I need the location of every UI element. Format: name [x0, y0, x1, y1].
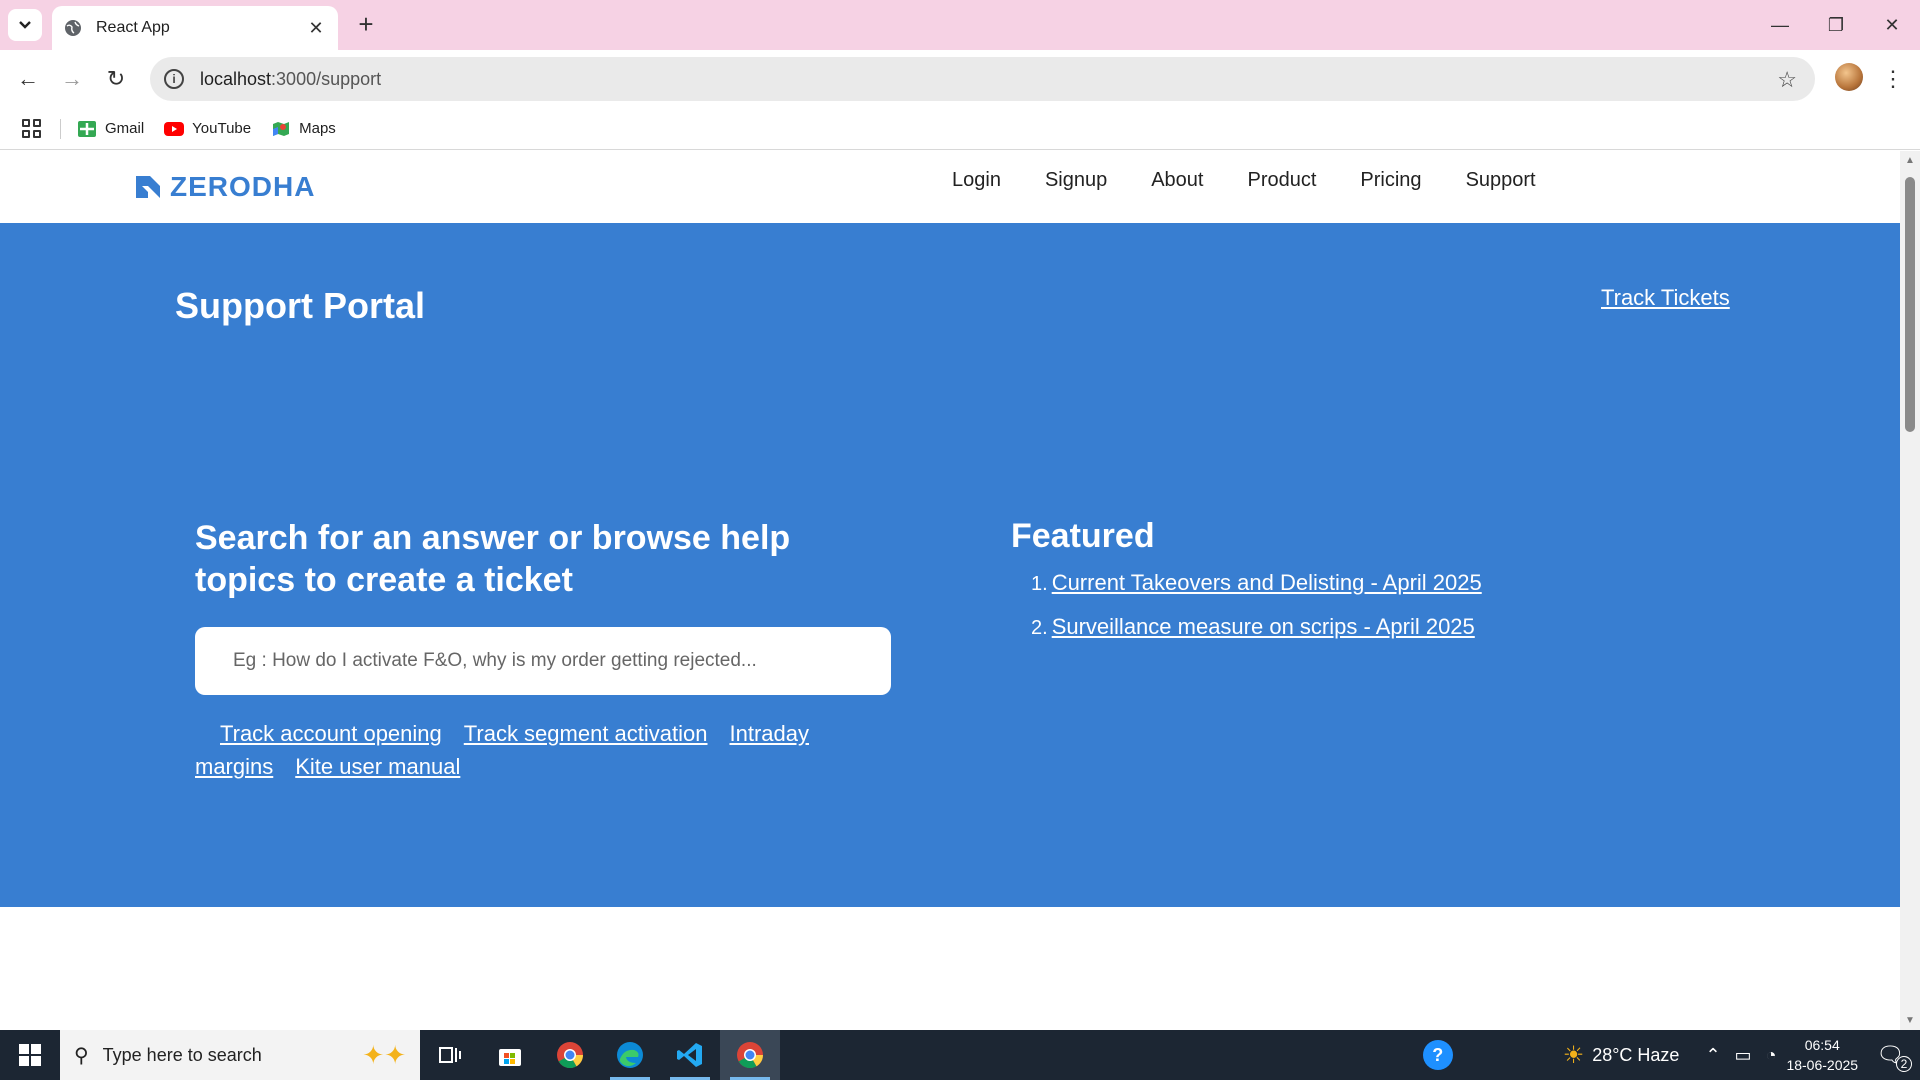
windows-taskbar: ⚲ Type here to search ✦✦ ? ☀ 28°C Haze ⌃…	[0, 1030, 1920, 1080]
taskbar-chrome[interactable]	[540, 1030, 600, 1080]
tray-overflow-icon[interactable]: ⌃	[1705, 1045, 1720, 1066]
back-button[interactable]: ←	[12, 63, 44, 95]
link-kite-user-manual[interactable]: Kite user manual	[295, 754, 460, 779]
chrome-profile-icon	[737, 1042, 764, 1069]
gmail-icon	[78, 120, 96, 137]
search-heading: Search for an answer or browse help topi…	[195, 519, 791, 599]
clock-date: 18-06-2025	[1786, 1057, 1859, 1073]
taskbar-store[interactable]	[480, 1030, 540, 1080]
clock-time: 06:54	[1804, 1037, 1840, 1053]
bookmark-label: Maps	[299, 120, 336, 137]
zerodha-logo-icon	[136, 176, 160, 198]
weather-icon: ☀	[1562, 1041, 1585, 1069]
browser-toolbar: ← → ↻ i localhost:3000/support ☆ ⋮	[0, 50, 1920, 108]
sparkle-icon: ✦✦	[362, 1040, 406, 1070]
notifications-button[interactable]: 🗨 2	[1876, 1042, 1912, 1072]
store-icon	[499, 1049, 521, 1066]
windows-logo-icon	[19, 1044, 41, 1066]
featured-item-number: 2.	[1031, 617, 1048, 639]
taskbar-search[interactable]: ⚲ Type here to search ✦✦	[60, 1030, 420, 1080]
nav-about[interactable]: About	[1151, 169, 1203, 192]
search-section: Search for an answer or browse help topi…	[195, 517, 895, 783]
wifi-icon[interactable]: ◔	[1766, 1045, 1777, 1066]
featured-item: 2. Surveillance measure on scrips - April…	[1031, 614, 1482, 640]
new-tab-button[interactable]: +	[352, 9, 380, 39]
featured-link[interactable]: Surveillance measure on scrips - April 2…	[1052, 614, 1475, 639]
quick-links: Track account opening Track segment activ…	[195, 717, 891, 783]
scroll-down-arrow-icon[interactable]: ▼	[1905, 1015, 1915, 1026]
support-search-input[interactable]	[195, 627, 891, 695]
nav-product[interactable]: Product	[1247, 169, 1316, 192]
scroll-up-arrow-icon[interactable]: ▲	[1905, 155, 1915, 166]
restore-button[interactable]: ❐	[1808, 0, 1864, 50]
address-bar[interactable]: i localhost:3000/support ☆	[150, 57, 1815, 101]
taskbar-edge[interactable]	[600, 1030, 660, 1080]
edge-icon	[617, 1042, 643, 1068]
help-icon[interactable]: ?	[1422, 1040, 1453, 1070]
apps-grid-icon[interactable]	[22, 118, 42, 139]
maps-icon	[273, 121, 290, 136]
site-info-icon[interactable]: i	[164, 69, 184, 89]
support-hero: Support Portal Track Tickets Search for …	[0, 223, 1900, 907]
taskbar-vscode[interactable]	[660, 1030, 720, 1080]
track-tickets-link[interactable]: Track Tickets	[1601, 285, 1730, 311]
taskbar-search-placeholder: Type here to search	[102, 1044, 262, 1065]
bookmark-maps[interactable]: Maps	[271, 120, 336, 138]
notification-count: 2	[1896, 1056, 1912, 1072]
featured-section: Featured 1. Current Takeovers and Delisti…	[1011, 517, 1482, 658]
site-navbar: ZERODHA Login Signup About Product Prici…	[0, 151, 1900, 223]
featured-link[interactable]: Current Takeovers and Delisting - April …	[1052, 570, 1482, 595]
link-track-account-opening[interactable]: Track account opening	[220, 721, 442, 746]
chevron-down-icon	[19, 21, 31, 29]
task-view-icon	[439, 1047, 461, 1063]
youtube-icon	[164, 121, 185, 136]
link-track-segment-activation[interactable]: Track segment activation	[464, 721, 708, 746]
nav-pricing[interactable]: Pricing	[1360, 169, 1421, 192]
featured-list: 1. Current Takeovers and Delisting - Apri…	[1011, 570, 1482, 640]
bookmark-gmail[interactable]: Gmail	[77, 120, 144, 138]
nav-support[interactable]: Support	[1466, 169, 1536, 192]
page-title: Support Portal	[175, 285, 425, 326]
close-window-button[interactable]: ✕	[1864, 0, 1920, 50]
tab-title: React App	[96, 19, 170, 36]
weather-text[interactable]: 28°C Haze	[1592, 1045, 1679, 1066]
chrome-icon	[557, 1042, 584, 1069]
search-icon: ⚲	[74, 1044, 89, 1067]
globe-icon	[65, 20, 81, 36]
browser-menu-icon[interactable]: ⋮	[1882, 63, 1904, 95]
bookmark-star-icon[interactable]: ☆	[1777, 67, 1797, 93]
profile-avatar[interactable]	[1835, 63, 1863, 91]
nav-login[interactable]: Login	[952, 169, 1001, 192]
page-scrollbar[interactable]: ▲ ▼	[1900, 151, 1920, 1030]
featured-item: 1. Current Takeovers and Delisting - Apri…	[1031, 570, 1482, 596]
close-icon[interactable]: ✕	[306, 18, 326, 38]
taskbar-chrome-active[interactable]	[720, 1030, 780, 1080]
url-path: :3000/support	[271, 68, 382, 89]
forward-button[interactable]: →	[56, 63, 88, 95]
url-host: localhost	[200, 68, 272, 89]
logo-text: ZERODHA	[170, 171, 316, 202]
nav-signup[interactable]: Signup	[1045, 169, 1107, 192]
vscode-icon	[677, 1043, 702, 1067]
reload-button[interactable]: ↻	[100, 63, 132, 95]
clock[interactable]: 06:54 18-06-2025	[1786, 1035, 1858, 1075]
scroll-thumb[interactable]	[1905, 177, 1915, 432]
zerodha-logo[interactable]: ZERODHA	[136, 171, 315, 203]
browser-tab[interactable]: React App ✕	[52, 6, 338, 50]
main-menu: Login Signup About Product Pricing Suppo…	[952, 169, 1580, 192]
display-icon[interactable]: ▭	[1735, 1045, 1752, 1066]
minimize-button[interactable]: —	[1752, 0, 1808, 50]
bookmark-youtube[interactable]: YouTube	[164, 120, 251, 138]
bookmark-label: YouTube	[192, 120, 252, 137]
page-viewport: ZERODHA Login Signup About Product Prici…	[0, 151, 1900, 1030]
system-tray: ? ☀ 28°C Haze ⌃ ▭ ◔ 06:54 18-06-2025 🗨 2	[1422, 1030, 1920, 1080]
start-button[interactable]	[0, 1030, 60, 1080]
bookmark-label: Gmail	[105, 120, 145, 137]
featured-title: Featured	[1011, 517, 1155, 555]
task-view-button[interactable]	[420, 1030, 480, 1080]
tab-bar: React App ✕ + — ❐ ✕	[0, 0, 1920, 50]
tab-search-dropdown[interactable]	[8, 9, 42, 41]
bookmarks-bar: Gmail YouTube Maps	[0, 108, 1920, 150]
featured-item-number: 1.	[1031, 573, 1048, 595]
